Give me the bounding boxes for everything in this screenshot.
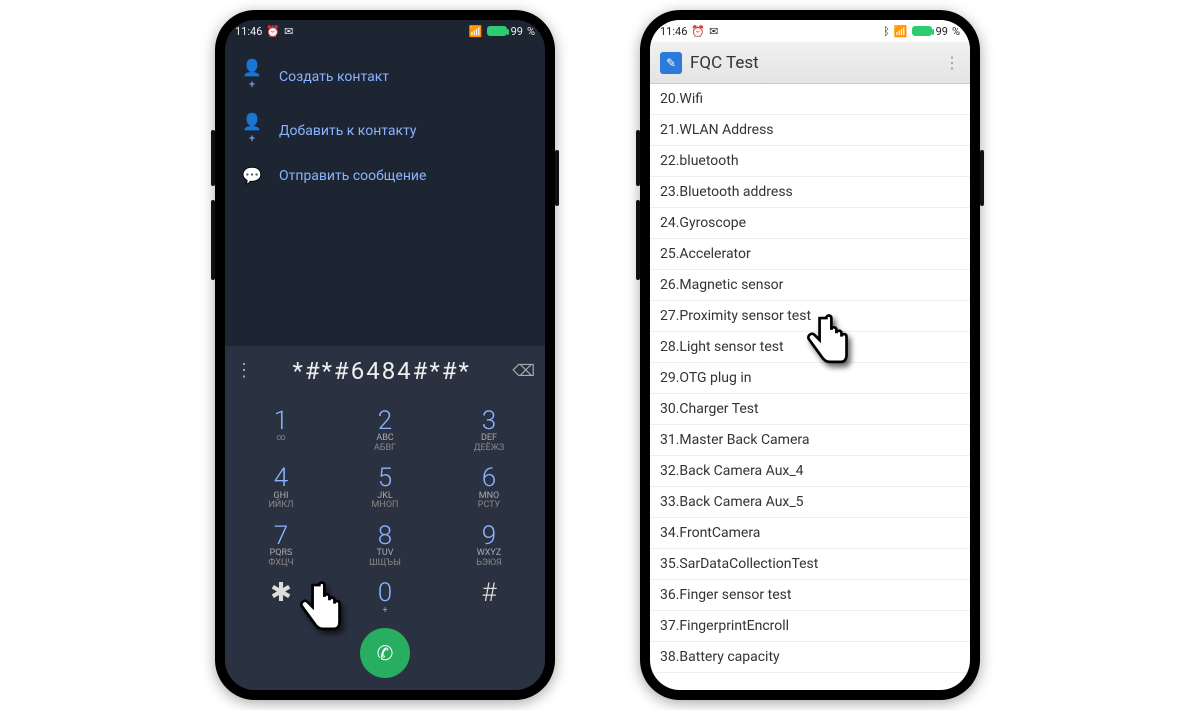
list-item[interactable]: 33.Back Camera Aux_5 <box>650 487 970 518</box>
call-button[interactable]: ✆ <box>360 628 410 678</box>
key-5[interactable]: 5JKLМНОП <box>333 459 437 516</box>
list-item[interactable]: 23.Bluetooth address <box>650 177 970 208</box>
more-menu-icon[interactable]: ⋮ <box>235 360 251 381</box>
create-contact-item[interactable]: 👤⁺ Создать контакт <box>231 50 539 104</box>
list-item[interactable]: 34.FrontCamera <box>650 518 970 549</box>
list-item[interactable]: 38.Battery capacity <box>650 642 970 673</box>
dial-input: *#*#6484#*#* <box>251 357 512 385</box>
phone-icon: ✆ <box>377 641 394 665</box>
menu-label: Добавить к контакту <box>279 123 417 139</box>
alarm-icon: ⏰ <box>266 25 280 38</box>
volume-down-button[interactable] <box>636 200 640 280</box>
list-item[interactable]: 35.SarDataCollectionTest <box>650 549 970 580</box>
key-3[interactable]: 3DEFДЕЁЖЗ <box>437 402 541 459</box>
list-item[interactable]: 24.Gyroscope <box>650 208 970 239</box>
battery-unit: % <box>527 25 535 38</box>
list-item[interactable]: 22.bluetooth <box>650 146 970 177</box>
volume-up-button[interactable] <box>636 130 640 186</box>
backspace-icon[interactable]: ⌫ <box>512 361 535 380</box>
key-2[interactable]: 2ABCАБВГ <box>333 402 437 459</box>
volume-down-button[interactable] <box>211 200 215 280</box>
add-to-contact-item[interactable]: 👤⁺ Добавить к контакту <box>231 104 539 158</box>
list-item[interactable]: 26.Magnetic sensor <box>650 270 970 301</box>
list-item[interactable]: 30.Charger Test <box>650 394 970 425</box>
list-item[interactable]: 37.FingerprintEncroll <box>650 611 970 642</box>
contact-actions-menu: 👤⁺ Создать контакт 👤⁺ Добавить к контакт… <box>225 42 545 201</box>
battery-icon <box>912 26 932 36</box>
send-message-item[interactable]: 💬 Отправить сообщение <box>231 158 539 193</box>
key-1[interactable]: 1∞ <box>229 402 333 459</box>
dial-input-row: ⋮ *#*#6484#*#* ⌫ <box>225 346 545 396</box>
key-9[interactable]: 9WXYZЬЭЮЯ <box>437 517 541 574</box>
power-button[interactable] <box>555 150 559 206</box>
status-bar: 11:46 ⏰ ✉ ᛒ 📶 99 % <box>650 20 970 42</box>
list-item[interactable]: 28.Light sensor test <box>650 332 970 363</box>
list-item[interactable]: 21.WLAN Address <box>650 115 970 146</box>
person-add-icon: 👤⁺ <box>241 58 263 96</box>
volume-up-button[interactable] <box>211 130 215 186</box>
key-7[interactable]: 7PQRSФХЦЧ <box>229 517 333 574</box>
list-item[interactable]: 32.Back Camera Aux_4 <box>650 456 970 487</box>
overflow-menu-icon[interactable]: ⋮ <box>944 53 960 72</box>
list-item[interactable]: 25.Accelerator <box>650 239 970 270</box>
phone-mockup-fqc: 11:46 ⏰ ✉ ᛒ 📶 99 % ✎ FQC Test ⋮ 20.Wifi … <box>640 10 980 700</box>
phone-mockup-dialer: 11:46 ⏰ ✉ 📶 99 % 👤⁺ Создать контакт 👤⁺ Д… <box>215 10 555 700</box>
key-star[interactable]: ✱ <box>229 574 333 622</box>
alarm-icon: ⏰ <box>691 25 705 38</box>
status-bar: 11:46 ⏰ ✉ 📶 99 % <box>225 20 545 42</box>
power-button[interactable] <box>980 150 984 206</box>
menu-label: Создать контакт <box>279 69 389 85</box>
clock: 11:46 <box>660 25 687 38</box>
list-item[interactable]: 31.Master Back Camera <box>650 425 970 456</box>
key-4[interactable]: 4GHIИЙКЛ <box>229 459 333 516</box>
battery-percent: 99 <box>936 25 948 38</box>
list-item[interactable]: 27.Proximity sensor test <box>650 301 970 332</box>
fqc-header: ✎ FQC Test ⋮ <box>650 42 970 84</box>
person-add-icon: 👤⁺ <box>241 112 263 150</box>
dial-keypad: 1∞ 2ABCАБВГ 3DEFДЕЁЖЗ 4GHIИЙКЛ 5JKLМНОП … <box>225 396 545 690</box>
list-item[interactable]: 29.OTG plug in <box>650 363 970 394</box>
mail-icon: ✉ <box>284 25 293 38</box>
mail-icon: ✉ <box>709 25 718 38</box>
key-hash[interactable]: # <box>437 574 541 622</box>
app-title: FQC Test <box>690 53 759 73</box>
message-icon: 💬 <box>241 166 263 185</box>
battery-unit: % <box>952 25 960 38</box>
battery-percent: 99 <box>511 25 523 38</box>
fqc-list[interactable]: 20.Wifi 21.WLAN Address 22.bluetooth 23.… <box>650 84 970 690</box>
list-item[interactable]: 20.Wifi <box>650 84 970 115</box>
signal-icon: 📶 <box>469 25 483 38</box>
app-icon: ✎ <box>660 52 682 74</box>
menu-label: Отправить сообщение <box>279 168 426 184</box>
key-6[interactable]: 6MNOРСТУ <box>437 459 541 516</box>
key-0[interactable]: 0+ <box>333 574 437 622</box>
bluetooth-icon: ᛒ <box>883 25 890 38</box>
battery-icon <box>487 26 507 36</box>
list-item[interactable]: 36.Finger sensor test <box>650 580 970 611</box>
key-8[interactable]: 8TUVШЩЪЫ <box>333 517 437 574</box>
clock: 11:46 <box>235 25 262 38</box>
signal-icon: 📶 <box>894 25 908 38</box>
